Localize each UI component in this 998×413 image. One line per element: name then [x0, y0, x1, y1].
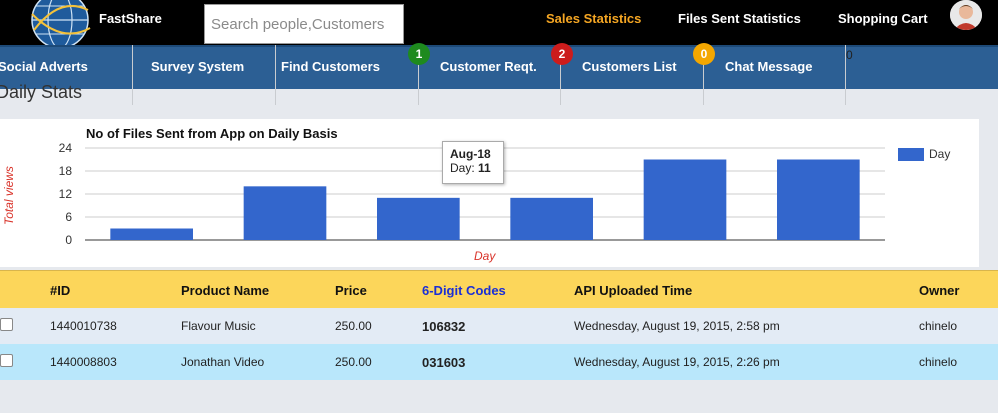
y-tick-label: 24 [59, 141, 73, 155]
tooltip-value: 11 [478, 161, 491, 175]
y-axis-label: Total views [2, 166, 16, 225]
cell-price: 250.00 [335, 319, 372, 333]
cell-owner: chinelo [919, 319, 958, 333]
cell-id: 1440008803 [50, 355, 117, 369]
col-price[interactable]: Price [335, 283, 367, 298]
col-id[interactable]: #ID [50, 283, 70, 298]
x-axis-label: Day [474, 249, 496, 263]
cell-time: Wednesday, August 19, 2015, 2:58 pm [574, 319, 780, 333]
nav-divider [132, 45, 133, 105]
brand-name[interactable]: FastShare [99, 11, 162, 26]
shopping-cart-link[interactable]: Shopping Cart [838, 11, 928, 26]
nav-chat-message[interactable]: Chat Message [725, 45, 812, 103]
cell-code: 106832 [422, 319, 466, 334]
cell-time: Wednesday, August 19, 2015, 2:26 pm [574, 355, 780, 369]
chart-bar[interactable] [243, 186, 327, 240]
y-tick-label: 12 [59, 187, 73, 201]
cell-id: 1440010738 [50, 319, 117, 333]
cell-code: 031603 [422, 355, 466, 370]
cell-price: 250.00 [335, 355, 372, 369]
chart-bar[interactable] [110, 228, 193, 241]
customers-list-badge: 0 [693, 43, 715, 65]
col-product-name[interactable]: Product Name [181, 283, 269, 298]
cell-owner: chinelo [919, 355, 958, 369]
avatar[interactable] [950, 0, 982, 30]
chart-bar[interactable] [510, 197, 593, 240]
y-tick-label: 0 [65, 233, 72, 247]
chart-bar[interactable] [777, 159, 860, 241]
find-customers-badge: 1 [408, 43, 430, 65]
col-api-uploaded-time[interactable]: API Uploaded Time [574, 283, 692, 298]
nav-customer-reqt[interactable]: Customer Reqt. [440, 45, 537, 103]
table-header: #ID Product Name Price 6-Digit Codes API… [0, 270, 998, 308]
nav-survey-system[interactable]: Survey System [151, 45, 244, 103]
y-tick-label: 18 [59, 164, 73, 178]
y-tick-label: 6 [65, 210, 72, 224]
table-row[interactable]: 1440008803 Jonathan Video 250.00 031603 … [0, 344, 998, 380]
search-input[interactable] [204, 4, 404, 44]
table-row[interactable]: 1440010738 Flavour Music 250.00 106832 W… [0, 308, 998, 344]
legend-label: Day [929, 147, 951, 161]
legend-swatch [898, 148, 924, 161]
cell-product-name: Flavour Music [181, 319, 256, 333]
chart-tooltip: Aug-18 Day: 11 [442, 141, 504, 184]
chat-message-count: 0 [846, 48, 853, 62]
row-checkbox[interactable] [0, 318, 13, 331]
tooltip-label: Day: [450, 161, 475, 175]
files-sent-statistics-link[interactable]: Files Sent Statistics [678, 11, 801, 26]
top-bar: FastShare Sales Statistics Files Sent St… [0, 0, 998, 48]
chart-bar[interactable] [643, 159, 727, 241]
sales-statistics-link[interactable]: Sales Statistics [546, 11, 641, 26]
chart-bar[interactable] [377, 197, 460, 240]
col-6-digit-codes[interactable]: 6-Digit Codes [422, 283, 506, 298]
globe-logo-icon[interactable] [28, 0, 92, 48]
row-checkbox[interactable] [0, 354, 13, 367]
col-owner[interactable]: Owner [919, 283, 959, 298]
cell-product-name: Jonathan Video [181, 355, 265, 369]
nav-divider [275, 45, 276, 105]
section-title: Daily Stats [0, 82, 83, 102]
nav-find-customers[interactable]: Find Customers [281, 45, 380, 103]
customer-reqt-badge: 2 [551, 43, 573, 65]
tooltip-category: Aug-18 [450, 147, 491, 161]
nav-customers-list[interactable]: Customers List [582, 45, 677, 103]
